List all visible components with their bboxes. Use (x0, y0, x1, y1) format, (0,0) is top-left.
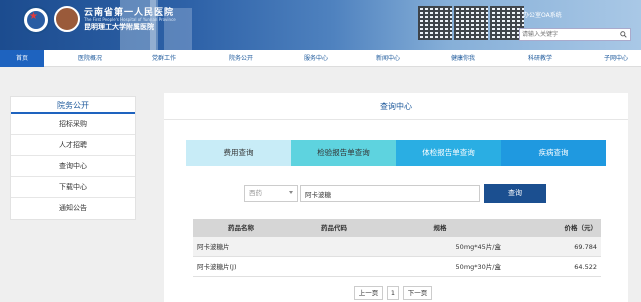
drug-type-select[interactable]: 西药 (244, 185, 298, 202)
page-number-button[interactable]: 1 (387, 286, 399, 300)
table-header-row: 药品名称 药品代码 规格 价格（元） (193, 219, 601, 237)
cell-drug-name: 阿卡波糖片(J) (197, 263, 237, 271)
next-page-button[interactable]: 下一页 (403, 286, 432, 300)
sidebar-item-recruitment[interactable]: 人才招聘 (11, 135, 135, 156)
qr-code-image (454, 6, 488, 40)
sidebar-item-procurement[interactable]: 招标采购 (11, 114, 135, 135)
search-icon[interactable] (620, 31, 627, 38)
nav-item-affairs[interactable]: 院务公开 (219, 50, 263, 67)
sidebar-item-query-center[interactable]: 查询中心 (11, 156, 135, 177)
tab-fee-query[interactable]: 费用查询 (186, 140, 291, 166)
table-row: 阿卡波糖片 50mg*45片/盒 69.784 (193, 237, 601, 257)
column-header-name: 药品名称 (228, 224, 254, 232)
sidebar-title: 院务公开 (11, 97, 135, 114)
hospital-logo[interactable]: ★ (22, 6, 50, 34)
main-nav: 首页 医院概况 党群工作 院务公开 服务中心 新闻中心 健康你我 科研教学 子网… (0, 50, 641, 67)
nav-item-research[interactable]: 科研教学 (518, 50, 562, 67)
qr-code-image (418, 6, 452, 40)
column-header-spec: 规格 (433, 224, 447, 232)
site-header: ★ 云南省第一人民医院 The First People's Hospital … (0, 0, 641, 50)
sidebar-item-notices[interactable]: 通知公告 (11, 198, 135, 219)
cell-drug-name: 阿卡波糖片 (197, 243, 230, 251)
logo-star-icon: ★ (29, 11, 38, 22)
site-search (519, 28, 631, 41)
nav-item-home[interactable]: 首页 (0, 50, 44, 67)
cell-price: 64.522 (574, 263, 597, 271)
page-title: 查询中心 (164, 93, 628, 120)
column-header-price: 价格（元） (564, 224, 598, 232)
drug-type-value: 西药 (249, 189, 262, 197)
nav-item-party-work[interactable]: 党群工作 (142, 50, 186, 67)
nav-item-service[interactable]: 服务中心 (294, 50, 338, 67)
cell-drug-code (289, 237, 379, 256)
tab-lab-report-query[interactable]: 检验报告单查询 (291, 140, 396, 166)
tab-disease-query[interactable]: 疾病查询 (501, 140, 606, 166)
cell-spec: 50mg*45片/盒 (455, 243, 501, 251)
column-header-code: 药品代码 (321, 224, 347, 232)
tab-checkup-report-query[interactable]: 体检报告单查询 (396, 140, 501, 166)
cell-price: 69.784 (574, 243, 597, 251)
university-seal-logo (54, 6, 80, 32)
hospital-affiliation: 昆明理工大学附属医院 (84, 23, 154, 31)
prev-page-button[interactable]: 上一页 (354, 286, 383, 300)
cell-drug-code (289, 257, 379, 276)
drug-name-input[interactable] (300, 185, 480, 202)
main-content: 查询中心 费用查询 检验报告单查询 体检报告单查询 疾病查询 西药 查询 药品名… (164, 93, 628, 302)
table-row: 阿卡波糖片(J) 50mg*30片/盒 64.522 (193, 257, 601, 277)
caret-down-icon (289, 191, 293, 194)
cell-spec: 50mg*30片/盒 (455, 263, 501, 271)
query-tabs: 费用查询 检验报告单查询 体检报告单查询 疾病查询 (186, 140, 606, 166)
query-button[interactable]: 查询 (484, 184, 546, 203)
search-input[interactable] (522, 30, 618, 39)
nav-item-news[interactable]: 新闻中心 (366, 50, 410, 67)
drug-price-table: 药品名称 药品代码 规格 价格（元） 阿卡波糖片 50mg*45片/盒 69.7… (193, 219, 601, 277)
nav-item-overview[interactable]: 医院概况 (68, 50, 112, 67)
sidebar-item-downloads[interactable]: 下载中心 (11, 177, 135, 198)
oa-system-link[interactable]: 办公室OA系统 (523, 10, 562, 19)
sidebar: 院务公开 招标采购 人才招聘 查询中心 下载中心 通知公告 (10, 96, 136, 220)
nav-item-subnet[interactable]: 子网中心 (594, 50, 638, 67)
nav-item-health[interactable]: 健康你我 (441, 50, 485, 67)
